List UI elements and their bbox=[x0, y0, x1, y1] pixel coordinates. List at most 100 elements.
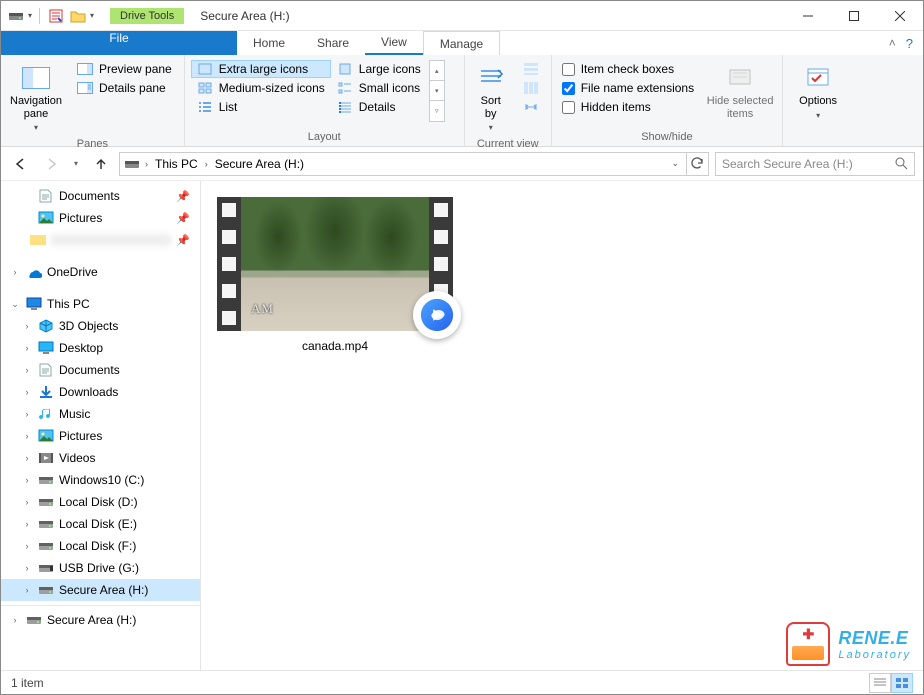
expand-icon[interactable]: › bbox=[21, 321, 33, 331]
tree-this-pc[interactable]: ⌄This PC bbox=[1, 293, 200, 315]
add-columns-button[interactable] bbox=[517, 79, 545, 97]
layout-details-button[interactable]: Details bbox=[331, 98, 427, 116]
drive-icon bbox=[38, 472, 54, 488]
maximize-button[interactable] bbox=[831, 1, 877, 31]
tree-pc-item[interactable]: ›Windows10 (C:) bbox=[1, 469, 200, 491]
hide-selected-button[interactable]: Hide selected items bbox=[704, 60, 776, 124]
minimize-button[interactable] bbox=[785, 1, 831, 31]
tab-share[interactable]: Share bbox=[301, 31, 365, 55]
tree-label: Local Disk (E:) bbox=[59, 517, 137, 531]
expand-icon[interactable]: › bbox=[21, 409, 33, 419]
large-icons-view-button[interactable] bbox=[891, 673, 913, 693]
add-columns-icon bbox=[523, 81, 539, 95]
details-pane-icon bbox=[77, 81, 93, 95]
expand-icon[interactable]: › bbox=[21, 519, 33, 529]
layout-medium-button[interactable]: Medium-sized icons bbox=[191, 79, 331, 97]
tree-drive-item[interactable]: ›Secure Area (H:) bbox=[1, 605, 200, 631]
tree-pc-item[interactable]: ›Local Disk (F:) bbox=[1, 535, 200, 557]
details-view-button[interactable] bbox=[869, 673, 891, 693]
up-button[interactable] bbox=[89, 152, 113, 176]
tree-pc-item[interactable]: ›Music bbox=[1, 403, 200, 425]
tree-pc-item[interactable]: › Local Disk (E:) bbox=[1, 513, 200, 535]
size-columns-button[interactable] bbox=[517, 98, 545, 116]
hidden-items-toggle[interactable]: Hidden items bbox=[558, 98, 698, 116]
expand-icon[interactable]: › bbox=[21, 343, 33, 353]
tree-quick-item[interactable]: Documents📌 bbox=[1, 185, 200, 207]
expand-icon[interactable]: › bbox=[21, 585, 33, 595]
ribbon: Navigation pane ▾ Preview pane Details p… bbox=[1, 55, 923, 147]
expand-icon[interactable]: › bbox=[21, 541, 33, 551]
collapse-icon[interactable]: ⌄ bbox=[9, 299, 21, 310]
group-by-button[interactable] bbox=[517, 60, 545, 78]
qat-dropdown-icon[interactable]: ▾ bbox=[28, 11, 32, 20]
tab-manage[interactable]: Manage bbox=[423, 31, 500, 55]
tab-file[interactable]: File bbox=[1, 31, 237, 55]
tree-pc-item[interactable]: ›Desktop bbox=[1, 337, 200, 359]
checkbox[interactable] bbox=[562, 63, 575, 76]
expand-icon[interactable]: › bbox=[21, 365, 33, 375]
navigation-pane-icon bbox=[20, 64, 52, 92]
chevron-right-icon[interactable]: › bbox=[202, 159, 211, 169]
navigation-pane-button[interactable]: Navigation pane ▾ bbox=[7, 60, 65, 136]
chevron-down-icon[interactable]: ⌄ bbox=[668, 158, 682, 169]
history-dropdown[interactable]: ▾ bbox=[69, 152, 83, 176]
expand-icon[interactable]: › bbox=[9, 267, 21, 277]
expand-icon[interactable]: › bbox=[21, 475, 33, 485]
layout-extra-large-button[interactable]: Extra large icons bbox=[191, 60, 331, 78]
help-icon[interactable]: ? bbox=[906, 36, 913, 51]
file-item[interactable]: AM canada.mp4 bbox=[217, 197, 453, 353]
tree-quick-item[interactable]: Pictures📌 bbox=[1, 207, 200, 229]
back-button[interactable] bbox=[9, 152, 33, 176]
tree-pc-item[interactable]: ›Downloads bbox=[1, 381, 200, 403]
tree-onedrive[interactable]: ›OneDrive bbox=[1, 261, 200, 283]
sort-icon bbox=[475, 64, 507, 92]
tree-pc-item[interactable]: ›Videos bbox=[1, 447, 200, 469]
file-extensions-toggle[interactable]: File name extensions bbox=[558, 79, 698, 97]
breadcrumb-segment[interactable]: This PC bbox=[153, 157, 200, 171]
tree-pc-item[interactable]: ›3D Objects bbox=[1, 315, 200, 337]
file-name-label[interactable]: canada.mp4 bbox=[302, 339, 368, 353]
details-pane-button[interactable]: Details pane bbox=[71, 79, 178, 97]
tree-quick-item[interactable]: 📌 bbox=[1, 229, 200, 251]
tab-home[interactable]: Home bbox=[237, 31, 301, 55]
layout-list-button[interactable]: List bbox=[191, 98, 331, 116]
collapse-ribbon-icon[interactable]: ˄ bbox=[889, 36, 896, 50]
new-folder-icon[interactable] bbox=[69, 7, 87, 25]
chevron-right-icon[interactable]: › bbox=[142, 159, 151, 169]
checkbox[interactable] bbox=[562, 101, 575, 114]
qat-customize-icon[interactable]: ▾ bbox=[90, 11, 94, 20]
expand-icon[interactable]: › bbox=[21, 453, 33, 463]
search-input[interactable]: Search Secure Area (H:) bbox=[715, 152, 915, 176]
checkbox[interactable] bbox=[562, 82, 575, 95]
expand-icon[interactable]: › bbox=[21, 497, 33, 507]
properties-icon[interactable] bbox=[47, 7, 65, 25]
options-button[interactable]: Options ▾ bbox=[789, 60, 847, 124]
breadcrumb[interactable]: › This PC › Secure Area (H:) ⌄ bbox=[119, 152, 687, 176]
expand-icon[interactable]: › bbox=[21, 431, 33, 441]
sort-by-button[interactable]: Sort by ▾ bbox=[471, 60, 511, 136]
preview-pane-button[interactable]: Preview pane bbox=[71, 60, 178, 78]
tree-pc-item[interactable]: ›USB Drive (G:) bbox=[1, 557, 200, 579]
layout-large-button[interactable]: Large icons bbox=[331, 60, 427, 78]
item-check-boxes-toggle[interactable]: Item check boxes bbox=[558, 60, 698, 78]
tree-pc-item[interactable]: ›Local Disk (D:) bbox=[1, 491, 200, 513]
label: Small icons bbox=[359, 81, 420, 95]
forward-button[interactable] bbox=[39, 152, 63, 176]
layout-small-button[interactable]: Small icons bbox=[331, 79, 427, 97]
expand-icon[interactable]: › bbox=[21, 563, 33, 573]
refresh-button[interactable] bbox=[687, 152, 709, 176]
content-area[interactable]: AM canada.mp4 bbox=[201, 181, 923, 670]
tree-pc-item[interactable]: ›Documents bbox=[1, 359, 200, 381]
tab-view[interactable]: View bbox=[365, 31, 423, 55]
tree-pc-item[interactable]: ›Secure Area (H:) bbox=[1, 579, 200, 601]
small-icons-icon bbox=[337, 81, 353, 95]
expand-icon[interactable]: › bbox=[9, 615, 21, 625]
ribbon-group-layout: Extra large icons Medium-sized icons Lis… bbox=[185, 55, 465, 146]
video-thumbnail: AM bbox=[217, 197, 453, 331]
breadcrumb-segment[interactable]: Secure Area (H:) bbox=[213, 157, 306, 171]
navigation-tree[interactable]: Documents📌Pictures📌📌 ›OneDrive ⌄This PC›3D… bbox=[1, 181, 201, 670]
expand-icon[interactable]: › bbox=[21, 387, 33, 397]
tree-pc-item[interactable]: ›Pictures bbox=[1, 425, 200, 447]
layout-gallery-spin[interactable]: ▴▾▿ bbox=[429, 60, 445, 122]
close-button[interactable] bbox=[877, 1, 923, 31]
